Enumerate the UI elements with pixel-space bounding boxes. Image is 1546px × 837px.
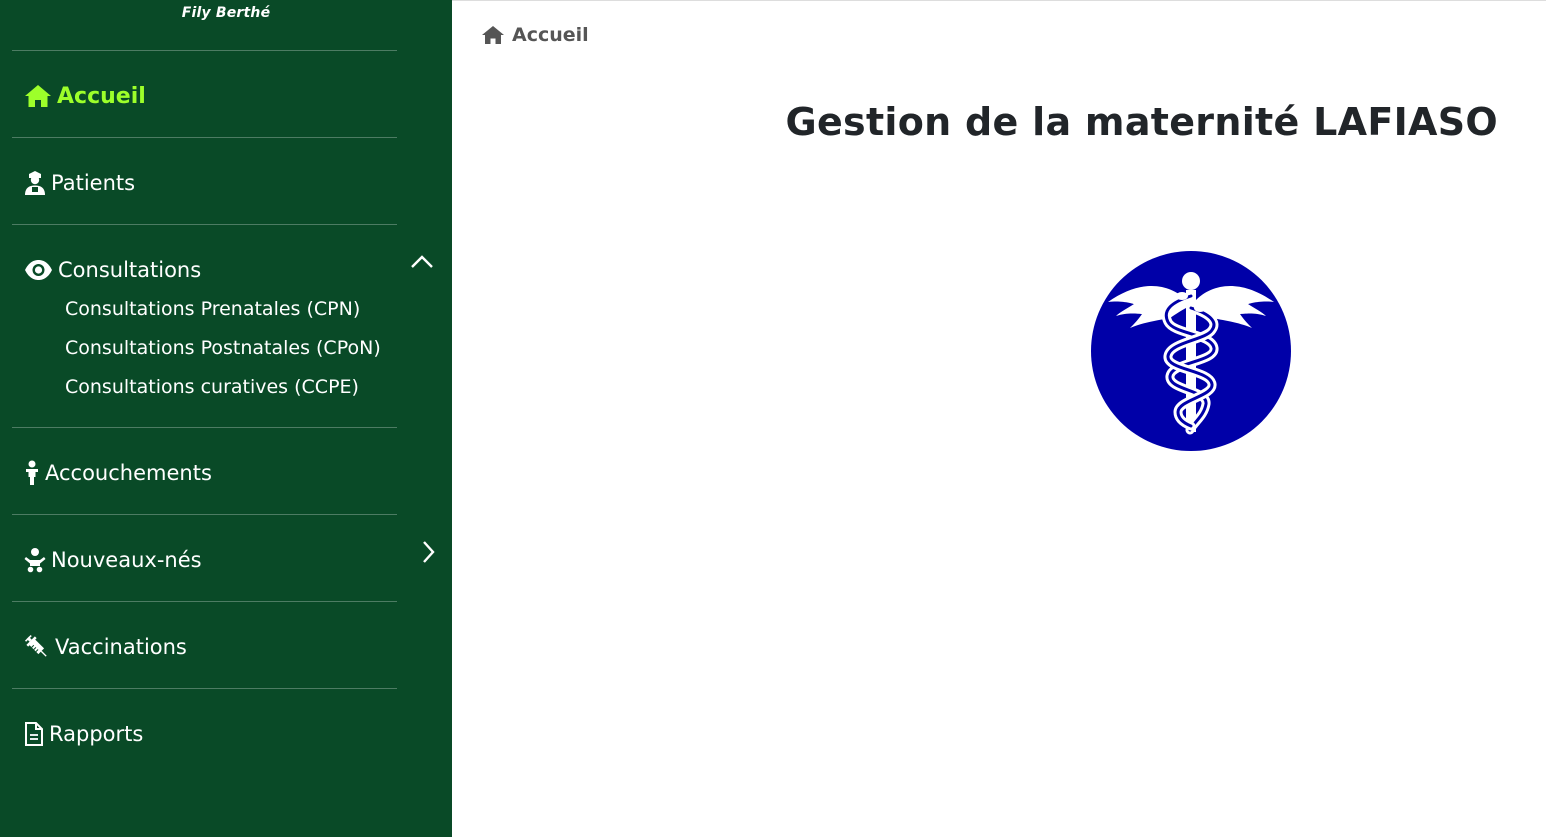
syringe-icon	[24, 634, 50, 660]
sidebar-subitem-cpon[interactable]: Consultations Postnatales (CPoN)	[65, 335, 381, 361]
sidebar-item-label: Patients	[51, 171, 136, 195]
sidebar-item-accouchements[interactable]: Accouchements	[24, 456, 212, 490]
child-icon	[24, 460, 40, 486]
sidebar-item-patients[interactable]: Patients	[24, 166, 135, 200]
top-border	[452, 0, 1546, 1]
home-icon	[481, 25, 505, 45]
chevron-up-icon[interactable]	[408, 247, 436, 275]
breadcrumb[interactable]: Accueil	[481, 24, 589, 46]
sidebar-divider	[12, 224, 397, 225]
page-title: Gestion de la maternité LAFIASO	[785, 100, 1498, 144]
sidebar-divider	[12, 688, 397, 689]
sidebar-item-consultations[interactable]: Consultations	[24, 253, 201, 287]
chevron-right-icon[interactable]	[414, 538, 442, 566]
file-icon	[24, 721, 44, 747]
user-name: Fily Berthé	[181, 5, 271, 21]
app-root: Fily Berthé Accueil Patients Consultatio…	[0, 0, 1546, 837]
eye-icon	[24, 259, 53, 281]
sidebar-subitem-cpn[interactable]: Consultations Prenatales (CPN)	[65, 296, 360, 322]
sidebar-subitem-ccpe[interactable]: Consultations curatives (CCPE)	[65, 374, 359, 400]
sidebar-divider	[12, 601, 397, 602]
sidebar-divider	[12, 50, 397, 51]
sidebar-item-label: Accouchements	[45, 461, 212, 485]
home-icon	[24, 84, 52, 108]
breadcrumb-label: Accueil	[512, 24, 589, 46]
sidebar-item-label: Vaccinations	[55, 635, 187, 659]
sidebar-item-vaccinations[interactable]: Vaccinations	[24, 630, 187, 664]
caduceus-icon	[1090, 250, 1292, 452]
sidebar-item-rapports[interactable]: Rapports	[24, 717, 143, 751]
sidebar-divider	[12, 427, 397, 428]
sidebar-divider	[12, 137, 397, 138]
sidebar-item-label: Accueil	[57, 83, 146, 109]
baby-icon	[24, 547, 46, 573]
sidebar-divider	[12, 514, 397, 515]
sidebar-item-label: Nouveaux-nés	[51, 548, 202, 572]
sidebar-item-nouveaux-nes[interactable]: Nouveaux-nés	[24, 543, 202, 577]
sidebar-item-accueil[interactable]: Accueil	[24, 79, 146, 113]
sidebar-item-label: Rapports	[49, 722, 144, 746]
sidebar-item-label: Consultations	[58, 258, 202, 282]
user-nurse-icon	[24, 170, 46, 196]
sidebar: Fily Berthé Accueil Patients Consultatio…	[0, 0, 452, 837]
